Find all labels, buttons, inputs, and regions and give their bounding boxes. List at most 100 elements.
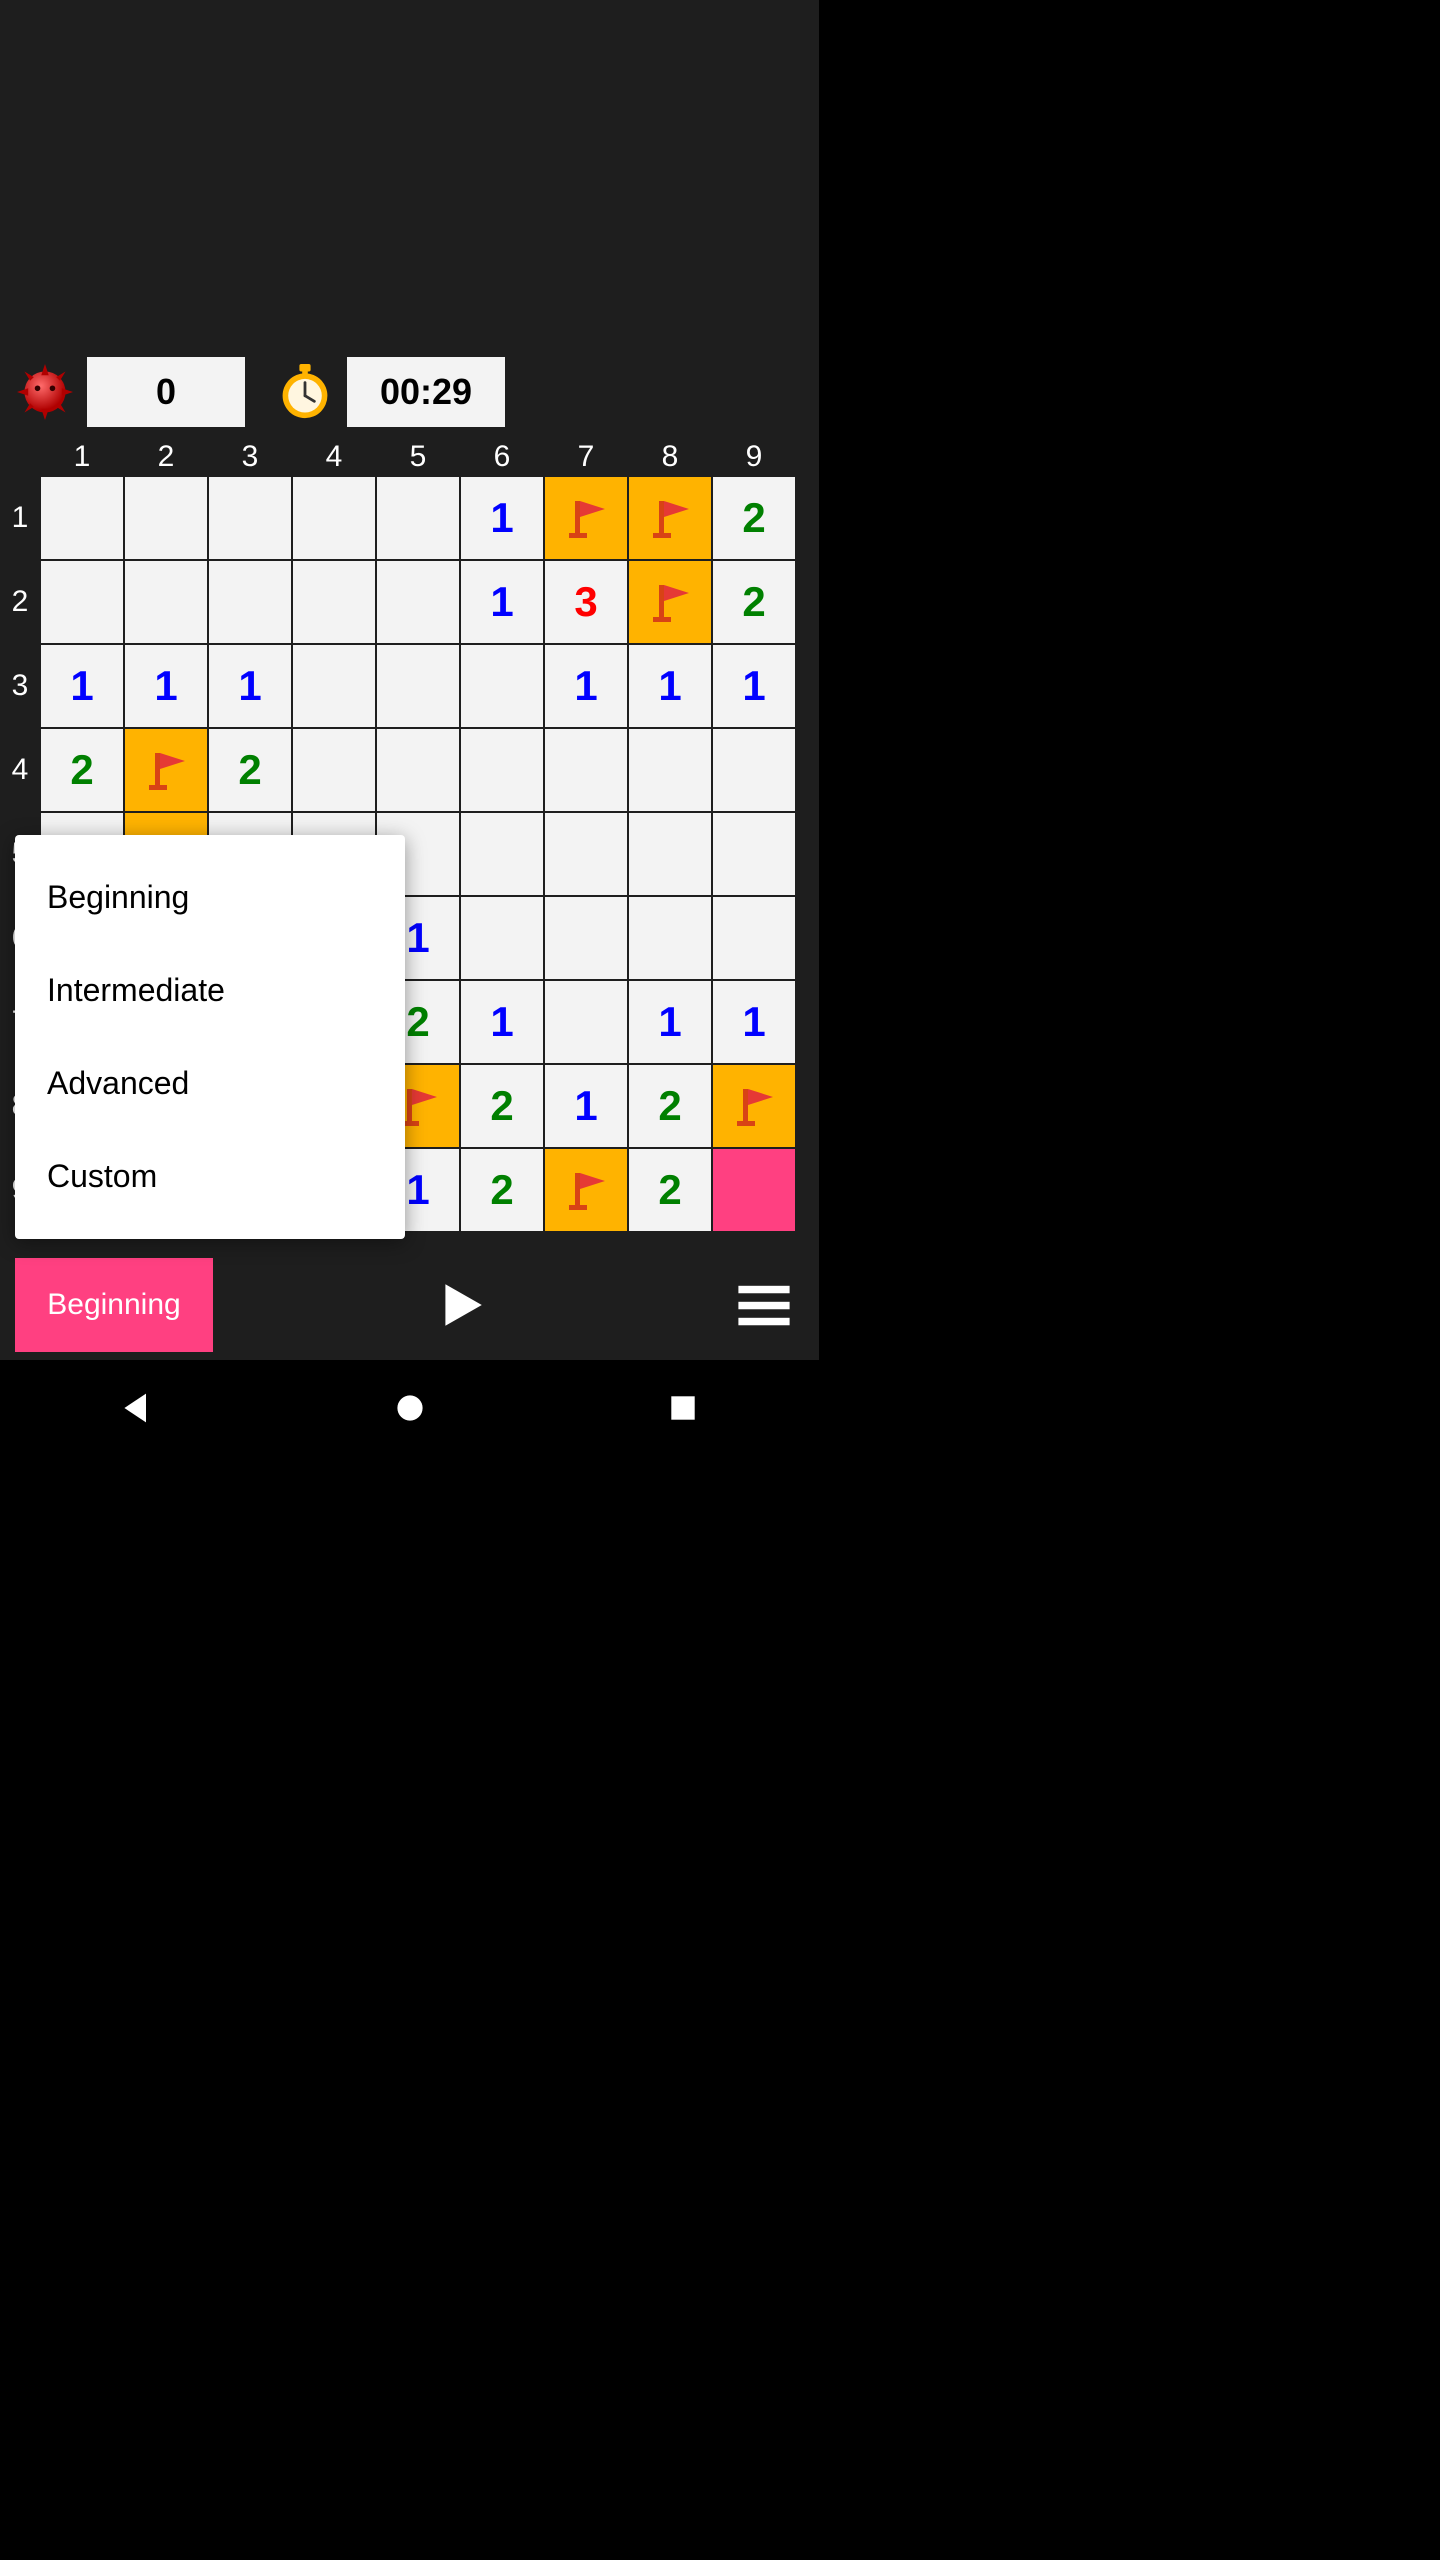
col-label: 9 xyxy=(712,440,796,476)
cell-r9-c9[interactable] xyxy=(713,1149,795,1231)
cell-r2-c3[interactable] xyxy=(209,561,291,643)
cell-r3-c7[interactable]: 1 xyxy=(545,645,627,727)
flag-icon xyxy=(645,493,695,543)
cell-r3-c5[interactable] xyxy=(377,645,459,727)
play-icon xyxy=(435,1279,487,1331)
col-label: 8 xyxy=(628,440,712,476)
game-screen: 0 00:29 1 2 3 4 5 6 7 8 9 1 2 3 4 5 6 7 xyxy=(0,0,819,1360)
cell-r8-c9[interactable] xyxy=(713,1065,795,1147)
cell-r3-c4[interactable] xyxy=(293,645,375,727)
cell-r3-c2[interactable]: 1 xyxy=(125,645,207,727)
cell-r1-c3[interactable] xyxy=(209,477,291,559)
flag-icon xyxy=(561,1165,611,1215)
cell-r3-c8[interactable]: 1 xyxy=(629,645,711,727)
cell-r7-c9[interactable]: 1 xyxy=(713,981,795,1063)
cell-r3-c6[interactable] xyxy=(461,645,543,727)
bottom-bar: Beginning xyxy=(0,1250,819,1360)
cell-r6-c7[interactable] xyxy=(545,897,627,979)
cell-r6-c9[interactable] xyxy=(713,897,795,979)
difficulty-option-intermediate[interactable]: Intermediate xyxy=(15,944,405,1037)
square-icon xyxy=(665,1390,701,1426)
row-label: 2 xyxy=(0,560,40,644)
cell-r6-c6[interactable] xyxy=(461,897,543,979)
cell-r2-c8[interactable] xyxy=(629,561,711,643)
cell-r5-c9[interactable] xyxy=(713,813,795,895)
cell-r7-c6[interactable]: 1 xyxy=(461,981,543,1063)
cell-r2-c6[interactable]: 1 xyxy=(461,561,543,643)
play-button[interactable] xyxy=(213,1279,709,1331)
col-label: 5 xyxy=(376,440,460,476)
cell-r1-c6[interactable]: 1 xyxy=(461,477,543,559)
cell-r4-c9[interactable] xyxy=(713,729,795,811)
difficulty-option-advanced[interactable]: Advanced xyxy=(15,1037,405,1130)
cell-r1-c9[interactable]: 2 xyxy=(713,477,795,559)
circle-icon xyxy=(392,1390,428,1426)
elapsed-time-counter: 00:29 xyxy=(347,357,505,427)
difficulty-option-beginning[interactable]: Beginning xyxy=(15,851,405,944)
cell-r4-c5[interactable] xyxy=(377,729,459,811)
board-row: 12 xyxy=(40,476,796,560)
nav-recent-button[interactable] xyxy=(653,1378,713,1438)
cell-r2-c1[interactable] xyxy=(41,561,123,643)
cell-r1-c2[interactable] xyxy=(125,477,207,559)
cell-r9-c6[interactable]: 2 xyxy=(461,1149,543,1231)
cell-r7-c7[interactable] xyxy=(545,981,627,1063)
col-label: 6 xyxy=(460,440,544,476)
cell-r4-c6[interactable] xyxy=(461,729,543,811)
cell-r2-c2[interactable] xyxy=(125,561,207,643)
cell-r1-c7[interactable] xyxy=(545,477,627,559)
back-triangle-icon xyxy=(119,1390,155,1426)
cell-r4-c7[interactable] xyxy=(545,729,627,811)
cell-r4-c2[interactable] xyxy=(125,729,207,811)
cell-r5-c8[interactable] xyxy=(629,813,711,895)
cell-r4-c1[interactable]: 2 xyxy=(41,729,123,811)
cell-r6-c8[interactable] xyxy=(629,897,711,979)
cell-r3-c1[interactable]: 1 xyxy=(41,645,123,727)
cell-r2-c9[interactable]: 2 xyxy=(713,561,795,643)
col-label: 1 xyxy=(40,440,124,476)
cell-r4-c8[interactable] xyxy=(629,729,711,811)
hamburger-icon xyxy=(732,1273,796,1337)
board-row: 111111 xyxy=(40,644,796,728)
board-row: 13 2 xyxy=(40,560,796,644)
nav-home-button[interactable] xyxy=(380,1378,440,1438)
cell-r1-c5[interactable] xyxy=(377,477,459,559)
difficulty-option-custom[interactable]: Custom xyxy=(15,1130,405,1223)
row-label: 3 xyxy=(0,644,40,728)
nav-back-button[interactable] xyxy=(107,1378,167,1438)
cell-r7-c8[interactable]: 1 xyxy=(629,981,711,1063)
col-label: 4 xyxy=(292,440,376,476)
col-label: 7 xyxy=(544,440,628,476)
mine-icon xyxy=(15,362,75,422)
cell-r5-c6[interactable] xyxy=(461,813,543,895)
cell-r8-c7[interactable]: 1 xyxy=(545,1065,627,1147)
flag-icon xyxy=(141,745,191,795)
flag-icon xyxy=(645,577,695,627)
menu-button[interactable] xyxy=(709,1258,819,1352)
cell-r2-c4[interactable] xyxy=(293,561,375,643)
cell-r3-c3[interactable]: 1 xyxy=(209,645,291,727)
board-row: 22 xyxy=(40,728,796,812)
cell-r8-c6[interactable]: 2 xyxy=(461,1065,543,1147)
cell-r4-c3[interactable]: 2 xyxy=(209,729,291,811)
row-label: 1 xyxy=(0,476,40,560)
cell-r9-c7[interactable] xyxy=(545,1149,627,1231)
mines-remaining-counter: 0 xyxy=(87,357,245,427)
cell-r1-c4[interactable] xyxy=(293,477,375,559)
cell-r2-c5[interactable] xyxy=(377,561,459,643)
cell-r1-c1[interactable] xyxy=(41,477,123,559)
android-nav-bar xyxy=(0,1360,819,1456)
cell-r4-c4[interactable] xyxy=(293,729,375,811)
cell-r8-c8[interactable]: 2 xyxy=(629,1065,711,1147)
top-spacer xyxy=(0,0,819,340)
col-label: 3 xyxy=(208,440,292,476)
difficulty-button[interactable]: Beginning xyxy=(15,1258,213,1352)
cell-r3-c9[interactable]: 1 xyxy=(713,645,795,727)
cell-r1-c8[interactable] xyxy=(629,477,711,559)
cell-r5-c7[interactable] xyxy=(545,813,627,895)
cell-r9-c8[interactable]: 2 xyxy=(629,1149,711,1231)
cell-r2-c7[interactable]: 3 xyxy=(545,561,627,643)
col-label: 2 xyxy=(124,440,208,476)
flag-icon xyxy=(729,1081,779,1131)
status-row: 0 00:29 xyxy=(15,357,804,427)
